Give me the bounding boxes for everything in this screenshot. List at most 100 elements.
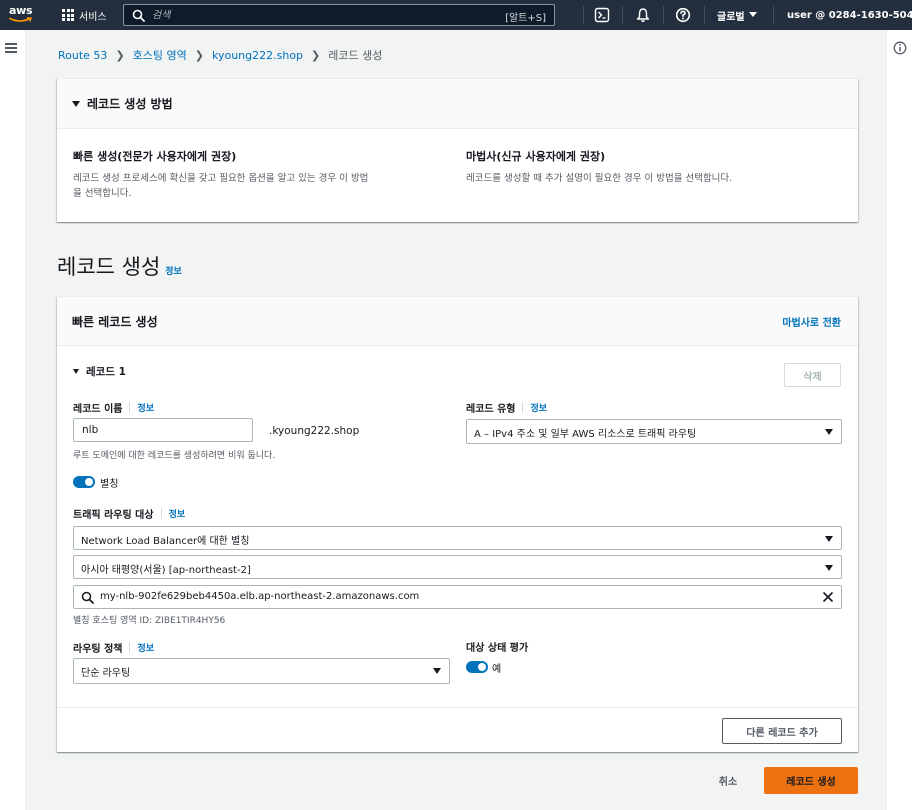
cloudshell-icon[interactable] <box>594 7 610 23</box>
nav-divider <box>704 6 705 24</box>
close-icon[interactable] <box>822 591 834 603</box>
caret-down-icon <box>825 429 833 435</box>
endpoint-type-value: Network Load Balancer에 대한 별칭 <box>81 536 250 547</box>
breadcrumb-current: 레코드 생성 <box>328 49 383 62</box>
grid-icon <box>62 9 74 21</box>
caret-down-icon <box>825 565 833 571</box>
chevron-right-icon: ❯ <box>115 48 125 62</box>
health-value: 예 <box>492 664 502 675</box>
routing-policy-info-link[interactable]: 정보 <box>137 641 154 654</box>
page-header: 레코드 생성 정보 <box>57 251 182 281</box>
endpoint-search-input[interactable]: my-nlb-902fe629beb4450a.elb.ap-northeast… <box>73 585 842 609</box>
record-type-label-text: 레코드 유형 <box>466 404 516 415</box>
region-selector[interactable]: 글로벌 <box>717 0 757 30</box>
routing-policy-select[interactable]: 단순 라우팅 <box>73 658 450 684</box>
breadcrumb-route53[interactable]: Route 53 <box>58 49 107 62</box>
creation-method-panel: 레코드 생성 방법 빠른 생성(전문가 사용자에게 권장) 레코드 생성 프로세… <box>57 78 858 222</box>
user-label: user @ 0284-1630-5040 <box>787 9 912 21</box>
nav-divider <box>583 6 584 24</box>
search-input[interactable] <box>152 7 492 23</box>
services-menu-button[interactable]: 서비스 <box>62 0 107 30</box>
traffic-target-label-text: 트래픽 라우팅 대상 <box>73 510 154 521</box>
search-shortcut: [알트+S] <box>505 13 546 24</box>
creation-method-toggle[interactable]: 레코드 생성 방법 <box>72 95 173 112</box>
quick-create-option-title[interactable]: 빠른 생성(전문가 사용자에게 권장) <box>73 148 236 164</box>
record-1-label: 레코드 1 <box>86 366 126 378</box>
caret-down-icon <box>748 12 757 17</box>
record-type-label: 레코드 유형 정보 <box>466 400 547 415</box>
record-type-select[interactable]: A – IPv4 주소 및 일부 AWS 리소스로 트래픽 라우팅 <box>466 419 842 444</box>
aws-smile-icon <box>9 17 32 22</box>
page-title: 레코드 생성 <box>57 255 161 279</box>
caret-down-icon <box>73 369 79 374</box>
record-type-info-link[interactable]: 정보 <box>530 401 547 414</box>
region-value: 아시아 태평양(서울) [ap-northeast-2] <box>81 565 251 576</box>
endpoint-type-select[interactable]: Network Load Balancer에 대한 별칭 <box>73 526 842 550</box>
health-label-text: 대상 상태 평가 <box>466 643 529 654</box>
nav-divider <box>622 6 623 24</box>
hosted-zone-id: 별칭 호스팅 영역 ID: ZIBE1TIR4HY56 <box>73 616 226 626</box>
wizard-option-title[interactable]: 마법사(신규 사용자에게 권장) <box>466 148 605 164</box>
cancel-button[interactable]: 취소 <box>702 767 754 793</box>
label-divider <box>129 642 131 653</box>
record-name-input[interactable] <box>73 418 253 442</box>
health-toggle[interactable] <box>466 661 488 673</box>
record-name-label-text: 레코드 이름 <box>73 404 123 415</box>
health-label: 대상 상태 평가 <box>466 639 528 654</box>
nav-divider <box>663 6 664 24</box>
quick-record-title: 빠른 레코드 생성 <box>72 315 158 329</box>
label-divider <box>160 508 162 519</box>
chevron-right-icon: ❯ <box>194 48 204 62</box>
account-menu[interactable]: user @ 0284-1630-5040 <box>787 0 912 30</box>
search-icon <box>81 591 94 604</box>
quick-create-desc-line: 을 선택합니다. <box>73 188 132 199</box>
chevron-right-icon: ❯ <box>311 48 321 62</box>
routing-policy-value: 단순 라우팅 <box>81 668 131 679</box>
alias-toggle[interactable] <box>73 476 95 488</box>
record-1-toggle[interactable]: 레코드 1 <box>73 364 126 379</box>
info-panel-icon[interactable] <box>893 41 907 55</box>
label-divider <box>522 402 524 413</box>
alias-label: 별칭 <box>100 479 119 490</box>
add-record-button[interactable]: 다른 레코드 추가 <box>722 718 842 744</box>
domain-suffix: .kyoung222.shop <box>269 425 360 437</box>
breadcrumb-hosted-zones[interactable]: 호스팅 영역 <box>133 47 187 63</box>
creation-method-header[interactable]: 레코드 생성 방법 <box>57 79 858 129</box>
traffic-target-label: 트래픽 라우팅 대상 정보 <box>73 506 185 521</box>
quick-create-desc-line: 레코드 생성 프로세스에 확신을 갖고 필요한 옵션을 알고 있는 경우 이 방… <box>73 173 369 184</box>
switch-to-wizard-link[interactable]: 마법사로 전환 <box>782 314 841 329</box>
nav-divider <box>773 6 774 24</box>
left-side-rail <box>0 30 26 810</box>
top-navigation: aws 서비스 [알트+S] 글로벌 user <box>0 0 912 30</box>
page-info-link[interactable]: 정보 <box>165 264 182 277</box>
panel-divider <box>57 707 858 708</box>
delete-record-button[interactable]: 삭제 <box>784 363 841 387</box>
traffic-target-info-link[interactable]: 정보 <box>169 507 186 520</box>
help-icon[interactable] <box>675 7 691 23</box>
search-bar[interactable]: [알트+S] <box>123 4 555 26</box>
breadcrumb: Route 53 ❯ 호스팅 영역 ❯ kyoung222.shop ❯ 레코드… <box>58 47 383 63</box>
services-label: 서비스 <box>79 11 107 23</box>
quick-create-option-desc: 레코드 생성 프로세스에 확신을 갖고 필요한 옵션을 알고 있는 경우 이 방… <box>73 171 368 201</box>
hamburger-menu-icon[interactable] <box>5 43 17 53</box>
aws-logo[interactable]: aws <box>9 4 35 26</box>
wizard-option-desc: 레코드를 생성할 때 추가 설명이 필요한 경우 이 방법을 선택합니다. <box>466 173 733 184</box>
region-label: 글로벌 <box>717 11 745 23</box>
caret-down-icon <box>825 536 833 542</box>
quick-record-panel: 빠른 레코드 생성 마법사로 전환 레코드 1 삭제 레코드 이름 정보 .ky… <box>57 296 858 752</box>
search-icon <box>132 9 145 22</box>
breadcrumb-domain[interactable]: kyoung222.shop <box>212 49 303 62</box>
record-name-info-link[interactable]: 정보 <box>137 401 154 414</box>
caret-down-icon <box>72 100 80 107</box>
creation-method-title: 레코드 생성 방법 <box>87 97 173 111</box>
record-name-hint: 루트 도메인에 대한 레코드를 생성하려면 비워 둡니다. <box>73 451 276 461</box>
endpoint-value: my-nlb-902fe629beb4450a.elb.ap-northeast… <box>100 591 420 602</box>
routing-policy-label-text: 라우팅 정책 <box>73 644 123 655</box>
record-type-value: A – IPv4 주소 및 일부 AWS 리소스로 트래픽 라우팅 <box>474 429 697 440</box>
region-select[interactable]: 아시아 태평양(서울) [ap-northeast-2] <box>73 555 842 579</box>
quick-record-header: 빠른 레코드 생성 마법사로 전환 <box>57 297 858 346</box>
aws-logo-text: aws <box>9 4 33 17</box>
create-records-button[interactable]: 레코드 생성 <box>764 767 858 794</box>
bell-icon[interactable] <box>635 7 651 23</box>
right-side-rail <box>886 30 912 810</box>
